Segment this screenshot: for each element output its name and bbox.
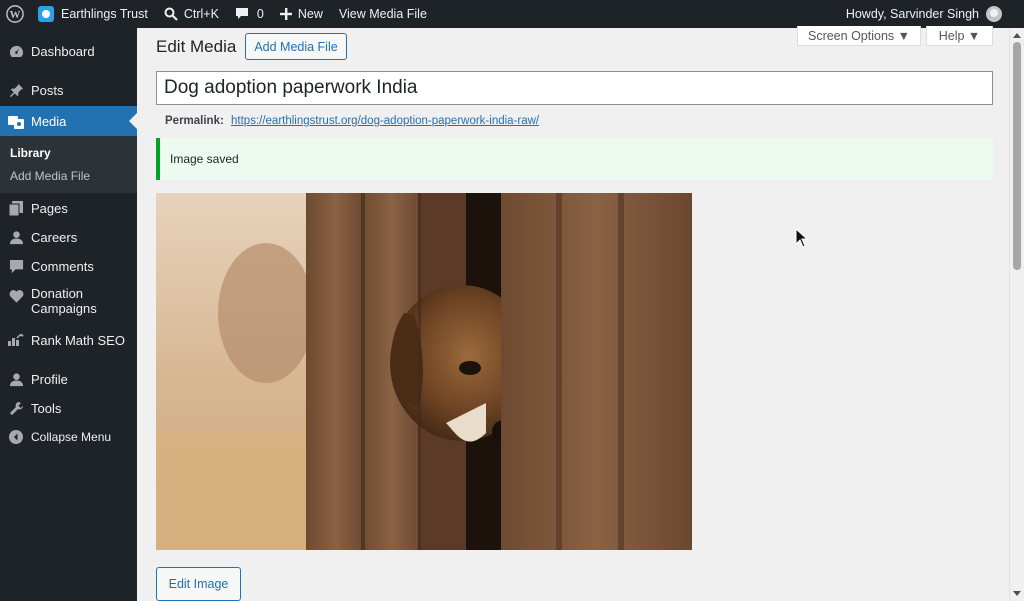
site-name: Earthlings Trust [61, 7, 148, 21]
permalink: Permalink: https://earthlingstrust.org/d… [165, 115, 539, 127]
sidebar-item-careers[interactable]: Careers [0, 224, 137, 250]
media-icon [8, 113, 24, 129]
new-label: New [297, 7, 323, 21]
permalink-link[interactable]: https://earthlingstrust.org/dog-adoption… [231, 115, 539, 127]
screen-options-button[interactable]: Screen Options ▼ [797, 26, 921, 46]
pin-icon [8, 82, 24, 98]
sidebar-item-rank-math-seo[interactable]: Rank Math SEO [0, 327, 137, 353]
media-image-preview [156, 193, 692, 550]
howdy-text: Howdy, Sarvinder Singh [845, 7, 979, 21]
mouse-cursor-icon [795, 227, 809, 253]
media-submenu: Library Add Media File [0, 136, 137, 193]
sidebar-item-label: Posts [31, 82, 64, 98]
sidebar-item-label: Donation [31, 286, 84, 301]
sidebar-item-label: Careers [31, 229, 78, 245]
sidebar-item-label: Tools [31, 400, 62, 416]
sidebar-item-label: Profile [31, 371, 68, 387]
sidebar-item-tools[interactable]: Tools [0, 395, 137, 421]
comments-link[interactable]: 0 [227, 0, 272, 28]
puppy-photo-image [156, 193, 692, 550]
admin-sidebar: Dashboard Posts Media Library Add Media … [0, 28, 137, 601]
sidebar-item-pages[interactable]: Pages [0, 195, 137, 221]
sidebar-item-label: Collapse Menu [31, 430, 112, 444]
user-icon [8, 371, 24, 387]
scroll-up-arrow-icon[interactable] [1013, 33, 1021, 38]
notice-text: Image saved [170, 152, 239, 166]
edit-image-button[interactable]: Edit Image [156, 567, 241, 601]
pages-icon [8, 200, 24, 216]
avatar [986, 6, 1002, 22]
wordpress-logo-icon[interactable]: W [0, 0, 30, 28]
site-icon [38, 6, 54, 22]
search-icon [164, 7, 178, 21]
title-input[interactable]: Dog adoption paperwork India [156, 71, 993, 105]
plus-icon [279, 8, 292, 20]
sidebar-item-label: Comments [31, 258, 94, 274]
sidebar-item-donation-campaigns[interactable]: Donation Campaigns [0, 286, 137, 322]
sidebar-item-label: Pages [31, 200, 68, 216]
collapse-arrow-icon [8, 429, 24, 445]
sidebar-item-dashboard[interactable]: Dashboard [0, 38, 137, 64]
submenu-item-library[interactable]: Library [10, 146, 51, 160]
dashboard-icon [8, 43, 24, 59]
sidebar-item-label-group: Donation Campaigns [31, 286, 97, 316]
sidebar-item-label: Dashboard [31, 43, 95, 59]
new-content-button[interactable]: New [272, 0, 331, 28]
scrollbar-thumb[interactable] [1013, 42, 1021, 270]
sidebar-item-label: Media [31, 113, 67, 129]
add-media-file-button[interactable]: Add Media File [245, 33, 347, 60]
sidebar-item-media[interactable]: Media [0, 106, 137, 136]
sidebar-item-label: Campaigns [31, 301, 97, 316]
comment-bubble-icon [235, 7, 249, 21]
comment-bubble-icon [8, 258, 24, 274]
view-media-file-label: View Media File [338, 7, 427, 21]
submenu-item-add-media-file[interactable]: Add Media File [10, 169, 90, 183]
sidebar-item-comments[interactable]: Comments [0, 253, 137, 279]
user-icon [8, 229, 24, 245]
user-account-menu[interactable]: Howdy, Sarvinder Singh [838, 0, 1024, 28]
wrench-icon [8, 400, 24, 416]
scroll-down-arrow-icon[interactable] [1013, 591, 1021, 596]
permalink-label: Permalink: [165, 115, 224, 127]
success-notice: Image saved [156, 138, 993, 180]
main-content: Screen Options ▼ Help ▼ Edit Media Add M… [137, 26, 1009, 601]
search-shortcut: Ctrl+K [183, 7, 219, 21]
view-media-file-link[interactable]: View Media File [331, 0, 435, 28]
comments-count: 0 [256, 7, 264, 21]
admin-bar: W Earthlings Trust Ctrl+K 0 New View Med… [0, 0, 1024, 28]
help-button[interactable]: Help ▼ [926, 26, 993, 46]
heart-icon [8, 288, 24, 304]
sidebar-item-profile[interactable]: Profile [0, 366, 137, 392]
page-scrollbar[interactable] [1009, 28, 1024, 601]
svg-text:W: W [10, 9, 21, 21]
collapse-menu-button[interactable]: Collapse Menu [0, 424, 137, 450]
page-title: Edit Media [156, 37, 237, 56]
command-palette-button[interactable]: Ctrl+K [156, 0, 227, 28]
site-name-link[interactable]: Earthlings Trust [30, 0, 156, 28]
sidebar-item-label: Rank Math SEO [31, 332, 125, 348]
sidebar-item-posts[interactable]: Posts [0, 77, 137, 103]
rank-math-icon [8, 332, 24, 348]
